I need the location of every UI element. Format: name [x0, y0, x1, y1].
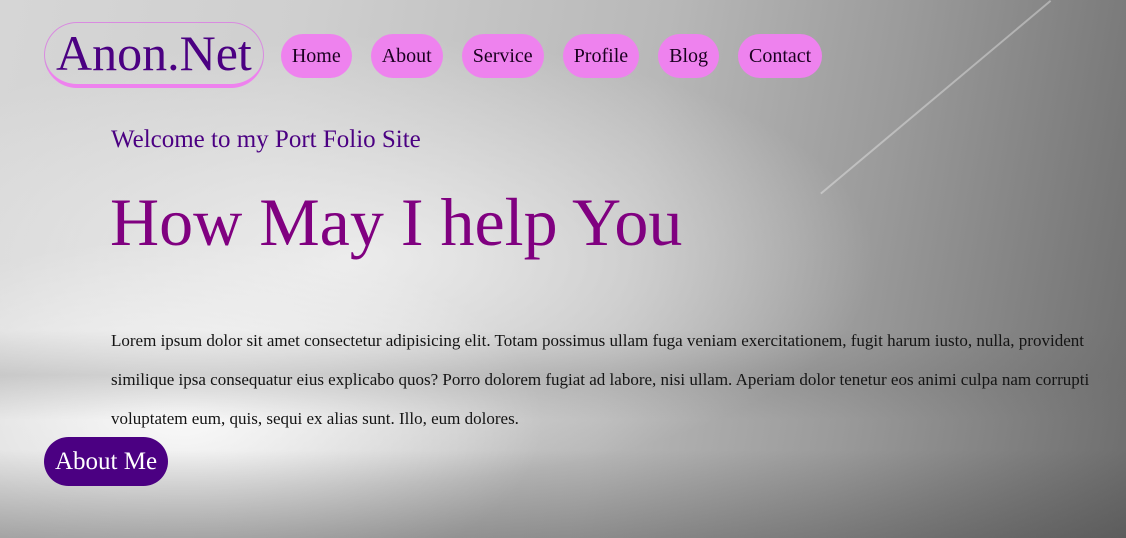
- hero-paragraph: Lorem ipsum dolor sit amet consectetur a…: [111, 331, 1090, 428]
- nav-item-about[interactable]: About: [370, 33, 443, 78]
- about-me-button[interactable]: About Me: [44, 437, 169, 486]
- welcome-text: Welcome to my Port Folio Site: [111, 126, 421, 153]
- hero-headline: How May I help You: [110, 184, 683, 260]
- navbar: Anon.Net Home About Service Profile Blog…: [44, 22, 823, 88]
- nav-item-blog[interactable]: Blog: [658, 33, 720, 78]
- site-logo[interactable]: Anon.Net: [44, 22, 264, 88]
- nav-item-profile[interactable]: Profile: [562, 33, 640, 78]
- nav-item-contact[interactable]: Contact: [738, 33, 823, 78]
- nav-links: Home About Service Profile Blog Contact: [280, 33, 823, 78]
- nav-item-home[interactable]: Home: [280, 33, 352, 78]
- background-contrail: [820, 0, 1052, 195]
- nav-item-service[interactable]: Service: [461, 33, 544, 78]
- background-shade: [0, 450, 1126, 538]
